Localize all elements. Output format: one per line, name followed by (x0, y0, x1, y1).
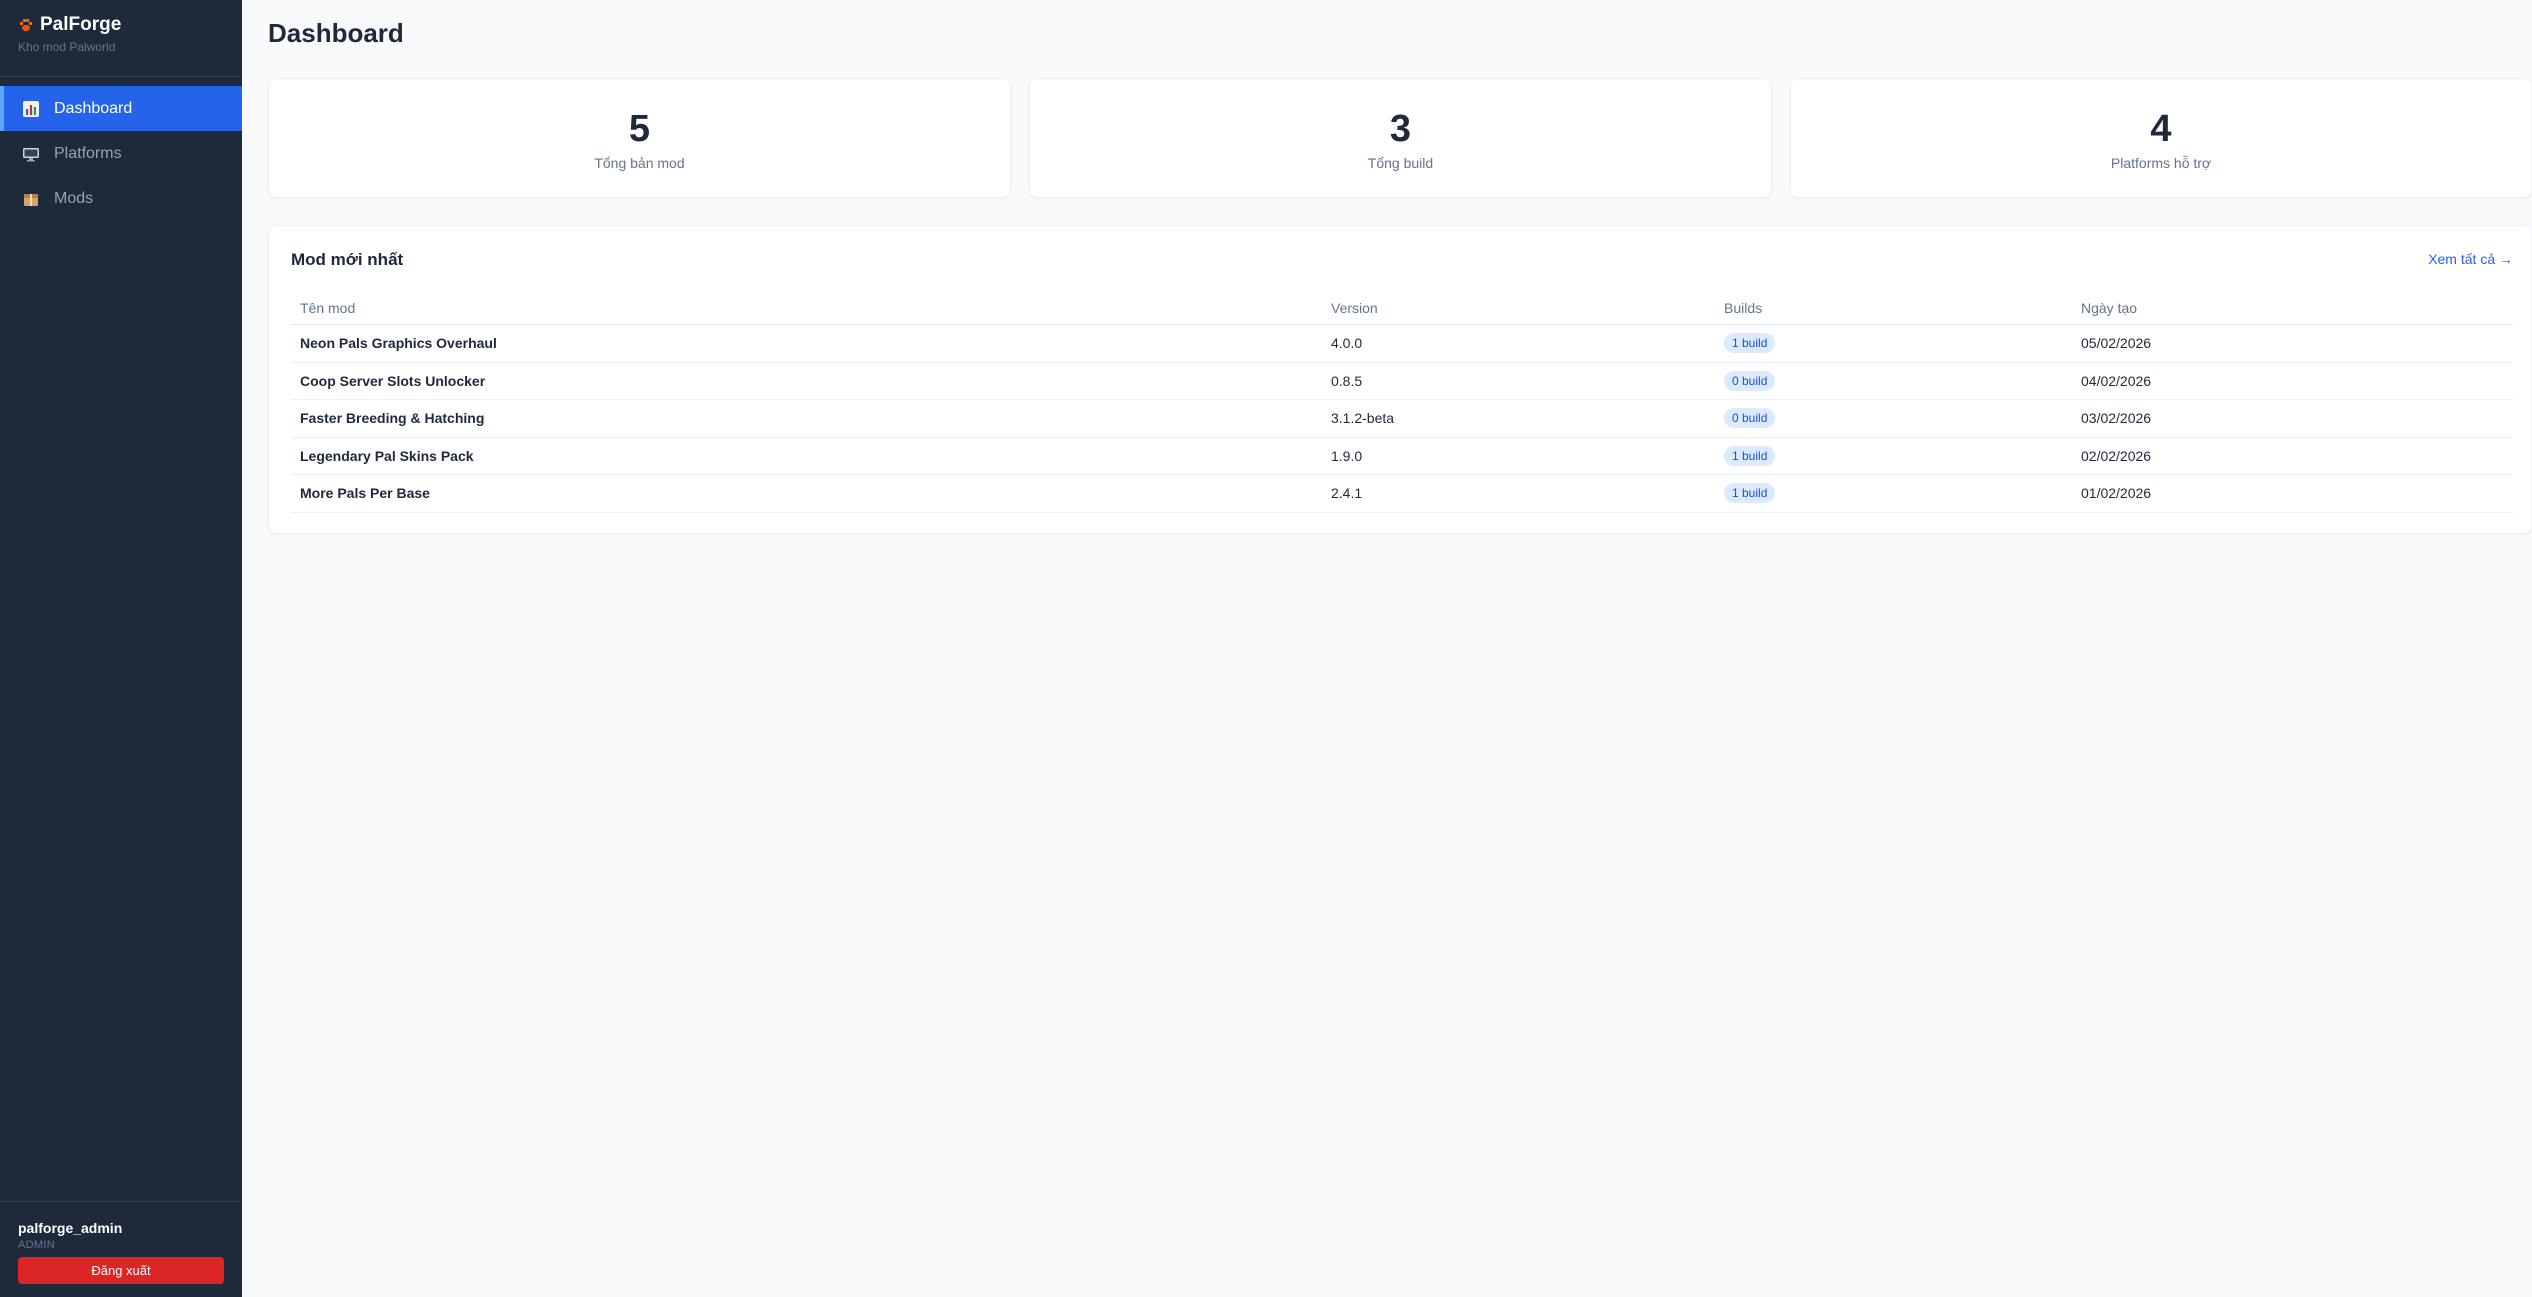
user-role: ADMIN (18, 1239, 55, 1251)
mod-version: 4.0.0 (1331, 335, 1363, 352)
stat-label: Tổng bản mod (594, 155, 685, 171)
mod-date: 02/02/2026 (2081, 447, 2152, 464)
mod-date: 05/02/2026 (2081, 335, 2152, 352)
table-row[interactable]: Coop Server Slots Unlocker 0.8.5 0 build… (291, 363, 2513, 400)
builds-cell: 0 build (1724, 363, 1776, 400)
builds-badge: 1 build (1724, 445, 1776, 466)
mod-name[interactable]: Faster Breeding & Hatching (300, 400, 484, 437)
monitor-icon (22, 145, 40, 163)
sidebar-item-label: Platforms (54, 144, 122, 162)
stat-value: 5 (628, 108, 651, 150)
column-header-version[interactable]: Version (1331, 292, 1378, 324)
mod-name[interactable]: Legendary Pal Skins Pack (300, 438, 474, 475)
column-header-date[interactable]: Ngày tạo (2081, 292, 2137, 324)
brand-title: PalForge (40, 14, 122, 35)
stat-value: 3 (1389, 108, 1412, 150)
sidebar-item-dashboard[interactable]: Dashboard (0, 86, 242, 131)
sidebar-item-label: Dashboard (54, 99, 133, 117)
view-all-link[interactable]: Xem tất cả → (2428, 251, 2513, 267)
mod-name[interactable]: Coop Server Slots Unlocker (300, 363, 485, 400)
mod-version: 0.8.5 (1331, 372, 1363, 389)
bar-chart-icon (22, 100, 40, 118)
table-row[interactable]: Neon Pals Graphics Overhaul 4.0.0 1 buil… (291, 325, 2513, 363)
column-header-name[interactable]: Tên mod (300, 292, 355, 324)
column-header-builds[interactable]: Builds (1724, 292, 1762, 324)
package-icon (22, 190, 40, 208)
mods-table: Tên mod Version Builds Ngày tạo Neon Pal… (291, 292, 2513, 513)
logout-button[interactable]: Đăng xuất (18, 1257, 224, 1284)
stat-label: Platforms hỗ trợ (2110, 155, 2212, 171)
builds-cell: 1 build (1724, 438, 1776, 475)
sidebar: PalForge Kho mod Palworld Dashboard Plat… (0, 0, 242, 1297)
builds-badge: 1 build (1724, 333, 1776, 354)
mod-date: 03/02/2026 (2081, 410, 2152, 427)
mod-version: 1.9.0 (1331, 447, 1363, 464)
paw-icon (18, 17, 34, 33)
builds-cell: 1 build (1724, 325, 1776, 362)
mod-name[interactable]: Neon Pals Graphics Overhaul (300, 325, 497, 362)
builds-cell: 1 build (1724, 475, 1776, 512)
stat-card-platforms: 4 Platforms hỗ trợ (1790, 78, 2532, 198)
latest-mods-panel: Mod mới nhất Xem tất cả → Tên mod Versio… (268, 225, 2532, 534)
mod-date: 01/02/2026 (2081, 485, 2152, 502)
table-row[interactable]: Faster Breeding & Hatching 3.1.2-beta 0 … (291, 400, 2513, 438)
sidebar-item-platforms[interactable]: Platforms (0, 131, 242, 176)
builds-badge: 1 build (1724, 483, 1776, 504)
stat-label: Tổng build (1367, 155, 1434, 171)
mod-version: 3.1.2-beta (1331, 410, 1395, 427)
sidebar-item-label: Mods (54, 189, 94, 207)
mod-date: 04/02/2026 (2081, 372, 2152, 389)
sidebar-nav: Dashboard Platforms Mods (0, 86, 242, 221)
builds-badge: 0 build (1724, 408, 1776, 429)
mod-name[interactable]: More Pals Per Base (300, 475, 430, 512)
brand: PalForge Kho mod Palworld (0, 0, 242, 77)
page-title: Dashboard (268, 18, 404, 48)
sidebar-item-mods[interactable]: Mods (0, 176, 242, 221)
table-row[interactable]: More Pals Per Base 2.4.1 1 build 01/02/2… (291, 475, 2513, 513)
main-content: Dashboard 5 Tổng bản mod 3 Tổng build 4 … (242, 0, 2532, 1297)
table-row[interactable]: Legendary Pal Skins Pack 1.9.0 1 build 0… (291, 438, 2513, 475)
builds-badge: 0 build (1724, 370, 1776, 391)
stat-card-mods: 5 Tổng bản mod (268, 78, 1011, 198)
panel-title: Mod mới nhất (291, 250, 404, 269)
stat-value: 4 (2150, 108, 2172, 150)
builds-cell: 0 build (1724, 400, 1776, 437)
mod-version: 2.4.1 (1331, 485, 1363, 502)
brand-subtitle: Kho mod Palworld (18, 40, 116, 54)
user-name: palforge_admin (18, 1220, 123, 1236)
table-header: Tên mod Version Builds Ngày tạo (291, 292, 2513, 325)
user-panel: palforge_admin ADMIN Đăng xuất (0, 1201, 242, 1297)
stat-card-builds: 3 Tổng build (1029, 78, 1772, 198)
